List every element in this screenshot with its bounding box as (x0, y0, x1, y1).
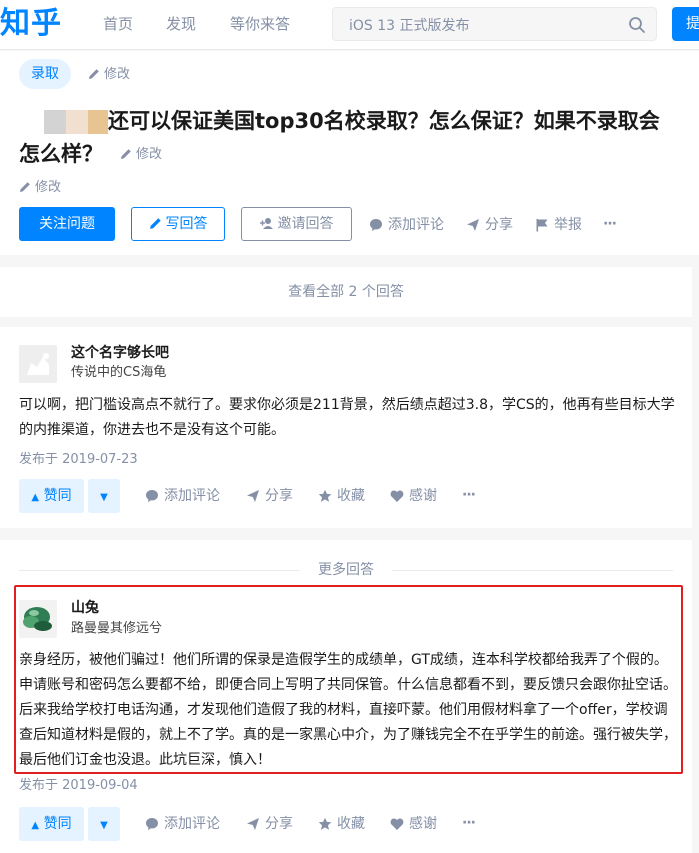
share-label: 分享 (265, 816, 293, 832)
downvote-button[interactable]: ▼ (88, 479, 120, 513)
thanks-label: 感谢 (409, 816, 437, 832)
pencil-icon (121, 149, 131, 159)
share-button[interactable]: 分享 (246, 486, 293, 506)
comment-label: 添加评论 (164, 816, 220, 832)
invite-answer-button[interactable]: 邀请回答 (241, 207, 352, 241)
triangle-down-icon: ▼ (100, 820, 108, 831)
share-icon (247, 490, 259, 502)
search-input[interactable]: iOS 13 正式版发布 (332, 7, 657, 41)
top-bar: 知乎 首页 发现 等你来答 iOS 13 正式版发布 提问 (0, 0, 699, 50)
comment-button[interactable]: 添加评论 (145, 814, 220, 834)
view-all-answers-link[interactable]: 查看全部 2 个回答 (0, 267, 692, 317)
pencil-icon (89, 69, 99, 79)
comment-label: 添加评论 (164, 488, 220, 504)
question-comment-button[interactable]: 添加评论 (369, 215, 444, 235)
collect-button[interactable]: 收藏 (318, 486, 365, 506)
author-name[interactable]: 这个名字够长吧 (71, 344, 169, 362)
share-icon (247, 818, 259, 830)
search-icon[interactable] (628, 16, 646, 34)
report-label: 举报 (554, 217, 582, 233)
edit-label: 修改 (35, 180, 62, 195)
share-button[interactable]: 分享 (246, 814, 293, 834)
author-headline: 传说中的CS海龟 (71, 365, 167, 380)
edit-description-link[interactable]: 修改 (19, 180, 61, 196)
redacted-block (88, 110, 108, 134)
triangle-up-icon: ▲ (31, 492, 40, 503)
pencil-icon (149, 218, 161, 229)
question-title: 还可以保证美国top30名校录取？怎么保证？如果不录取会 (108, 109, 660, 133)
invite-answer-label: 邀请回答 (277, 216, 334, 232)
more-answers-label: 更多回答 (300, 561, 392, 579)
avatar[interactable] (19, 345, 57, 383)
ask-button[interactable]: 提问 (672, 7, 699, 41)
heart-icon (390, 490, 404, 502)
upvote-button[interactable]: ▲ 赞同 (19, 479, 84, 513)
downvote-button[interactable]: ▼ (88, 807, 120, 841)
thanks-label: 感谢 (409, 488, 437, 504)
highlight-annotation (14, 585, 683, 774)
follow-question-button[interactable]: 关注问题 (19, 207, 115, 241)
heart-icon (390, 818, 404, 830)
question-card: 录取 修改 还可以保证美国top30名校录取？怎么保证？如果不录取会 怎么样？ … (0, 51, 699, 255)
more-button[interactable]: ··· (462, 813, 476, 833)
write-answer-label: 写回答 (165, 216, 208, 232)
upvote-button[interactable]: ▲ 赞同 (19, 807, 84, 841)
nav-explore[interactable]: 发现 (166, 14, 196, 34)
upvote-label: 赞同 (43, 488, 72, 504)
collect-label: 收藏 (337, 488, 365, 504)
comment-icon (146, 818, 158, 830)
thanks-button[interactable]: 感谢 (390, 486, 437, 506)
topic-tag[interactable]: 录取 (19, 59, 71, 89)
question-report-button[interactable]: 举报 (535, 215, 582, 235)
share-icon (467, 219, 479, 231)
triangle-down-icon: ▼ (100, 492, 108, 503)
add-user-icon (259, 218, 273, 229)
edit-topics-link[interactable]: 修改 (88, 67, 130, 83)
redacted-block (44, 110, 66, 134)
redacted-block (66, 110, 88, 134)
collect-button[interactable]: 收藏 (318, 814, 365, 834)
comment-label: 添加评论 (388, 217, 444, 233)
comment-icon (370, 219, 382, 231)
avatar-placeholder-icon (19, 345, 57, 383)
star-icon (318, 489, 332, 502)
nav-waiting-answers[interactable]: 等你来答 (230, 14, 290, 34)
flag-icon (536, 219, 548, 232)
upvote-label: 赞同 (43, 816, 72, 832)
question-share-button[interactable]: 分享 (466, 215, 513, 235)
question-title-line2: 怎么样？ (19, 139, 103, 169)
comment-button[interactable]: 添加评论 (145, 486, 220, 506)
answer-card: 这个名字够长吧 传说中的CS海龟 可以啊，把门槛设高点不就行了。要求你必须是21… (0, 327, 692, 528)
publish-date[interactable]: 发布于 2019-07-23 (19, 451, 138, 469)
edit-label: 修改 (104, 67, 131, 82)
more-button[interactable]: ··· (462, 485, 476, 505)
share-label: 分享 (265, 488, 293, 504)
zhihu-logo[interactable]: 知乎 (0, 4, 62, 44)
pencil-icon (20, 182, 30, 192)
comment-icon (146, 490, 158, 502)
edit-label: 修改 (136, 147, 163, 162)
publish-date[interactable]: 发布于 2019-09-04 (19, 777, 138, 795)
write-answer-button[interactable]: 写回答 (131, 207, 225, 241)
thanks-button[interactable]: 感谢 (390, 814, 437, 834)
star-icon (318, 817, 332, 830)
collect-label: 收藏 (337, 816, 365, 832)
question-title-line2-text: 怎么样？ (19, 142, 103, 166)
search-placeholder: iOS 13 正式版发布 (349, 18, 470, 34)
nav-home[interactable]: 首页 (103, 14, 133, 34)
triangle-up-icon: ▲ (31, 820, 40, 831)
answer-content: 可以啊，把门槛设高点不就行了。要求你必须是211背景，然后绩点超过3.8，学CS… (19, 397, 675, 438)
question-more-button[interactable]: ··· (603, 214, 617, 234)
edit-title-link[interactable]: 修改 (120, 147, 162, 163)
share-label: 分享 (485, 217, 513, 233)
